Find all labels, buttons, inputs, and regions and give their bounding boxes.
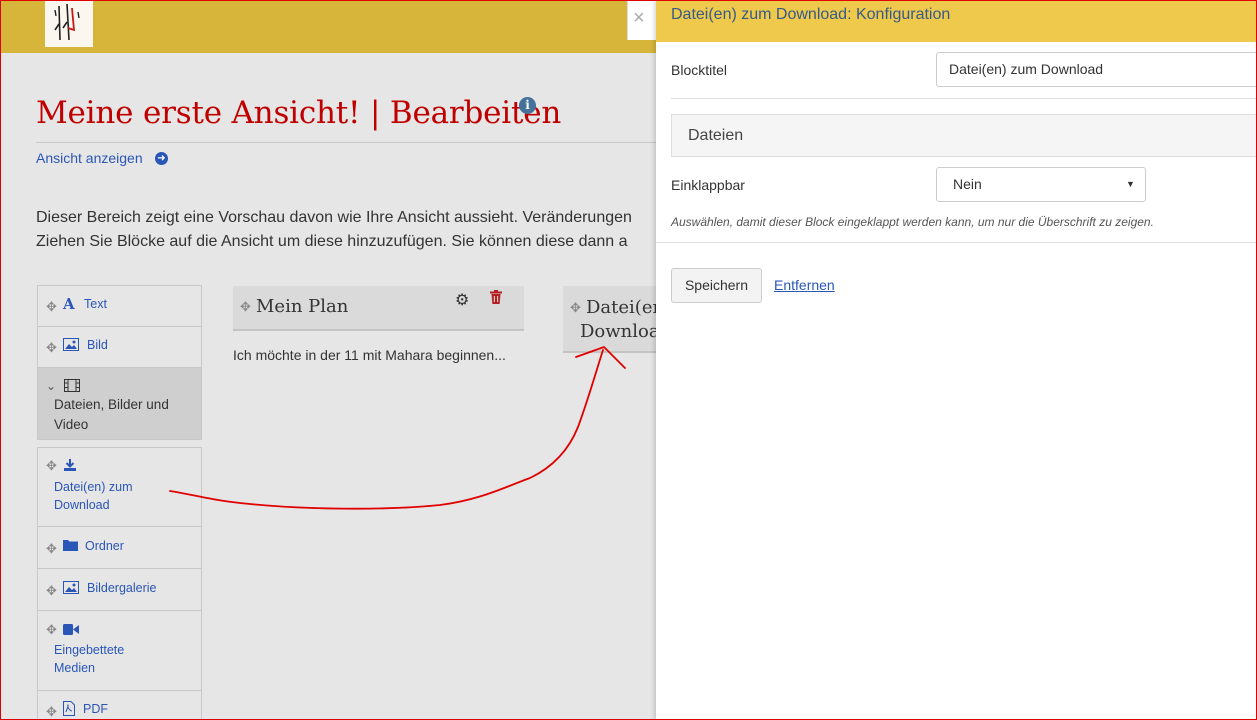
palette-item-pdf[interactable]: ✥ PDF — [37, 690, 202, 720]
close-icon[interactable]: × — [633, 6, 645, 30]
divider — [656, 242, 1257, 243]
palette-item-folder[interactable]: ✥ Ordner — [37, 526, 202, 569]
palette-item-label: Ordner — [85, 539, 124, 553]
block-title: Datei(en — [586, 297, 665, 318]
palette-category-label: Dateien, Bilder und Video — [54, 397, 169, 432]
collapsible-label: Einklappbar — [671, 177, 745, 193]
files-section-header[interactable]: Dateien — [671, 114, 1257, 157]
page-title: Meine erste Ansicht! | Bearbeiten — [36, 95, 562, 131]
drag-handle-icon[interactable]: ✥ — [46, 341, 57, 354]
title-divider — [36, 142, 656, 143]
gear-icon[interactable]: ⚙ — [455, 290, 469, 310]
section-label: Dateien — [688, 127, 744, 144]
palette-item-label: Text — [84, 297, 107, 311]
download-icon — [63, 458, 77, 474]
info-icon[interactable]: i — [519, 97, 536, 114]
film-icon — [64, 379, 80, 394]
drag-handle-icon[interactable]: ✥ — [570, 301, 581, 314]
arrow-circle-right-icon[interactable]: ➜ — [155, 152, 168, 165]
palette-item-label: Datei(en) zum Download — [54, 480, 133, 512]
font-icon: A — [63, 295, 75, 313]
drag-handle-icon[interactable]: ✥ — [240, 300, 251, 313]
folder-icon — [63, 539, 78, 553]
palette-item-image[interactable]: ✥ Bild — [37, 326, 202, 368]
collapsible-help-text: Auswählen, damit dieser Block eingeklapp… — [671, 215, 1154, 229]
drag-handle-icon[interactable]: ✥ — [46, 542, 57, 555]
image-icon — [63, 338, 79, 353]
chevron-down-icon[interactable]: ⌄ — [46, 380, 56, 393]
palette-item-label: Bildergalerie — [87, 581, 157, 595]
drag-handle-icon[interactable]: ✥ — [46, 705, 57, 718]
remove-link[interactable]: Entfernen — [774, 277, 835, 293]
palette-item-file-download[interactable]: ✥ Datei(en) zum Download — [37, 447, 202, 527]
save-button[interactable]: Speichern — [671, 268, 762, 303]
palette-item-label: Bild — [87, 338, 108, 352]
modal-header: Datei(en) zum Download: Konfiguration — [656, 0, 1257, 42]
pdf-file-icon — [63, 701, 75, 718]
palette-item-label: PDF — [83, 702, 108, 716]
view-page-link[interactable]: Ansicht anzeigen — [36, 150, 143, 166]
caret-down-icon[interactable]: ▼ — [1126, 179, 1135, 189]
block-title-label: Blocktitel — [671, 62, 728, 78]
intro-text-line-1: Dieser Bereich zeigt eine Vorschau davon… — [36, 209, 632, 226]
block-content: Ich möchte in der 11 mit Mahara beginnen… — [233, 347, 506, 363]
palette-item-text[interactable]: ✥ A Text — [37, 285, 202, 327]
collapsible-select[interactable]: Nein — [936, 167, 1146, 202]
drag-handle-icon[interactable]: ✥ — [46, 584, 57, 597]
palette-item-embedded-media[interactable]: ✥ Eingebettete Medien — [37, 610, 202, 691]
block-config-panel: Datei(en) zum Download: Konfiguration — [656, 0, 1257, 720]
video-camera-icon — [63, 623, 79, 637]
intro-text-line-2: Ziehen Sie Blöcke auf die Ansicht um die… — [36, 233, 628, 250]
trash-icon[interactable] — [490, 290, 502, 304]
drag-handle-icon[interactable]: ✥ — [46, 459, 57, 472]
block-title-input[interactable]: Datei(en) zum Download — [936, 52, 1257, 87]
palette-item-gallery[interactable]: ✥ Bildergalerie — [37, 568, 202, 611]
images-icon — [63, 581, 79, 596]
mahara-logo-icon[interactable] — [45, 0, 93, 47]
block-title: Mein Plan — [256, 296, 349, 317]
divider — [671, 98, 1257, 99]
modal-title: Datei(en) zum Download: Konfiguration — [671, 6, 951, 23]
drag-handle-icon[interactable]: ✥ — [46, 623, 57, 636]
palette-category-files-images-video[interactable]: ⌄ Dateien, Bilder und Video — [37, 367, 202, 440]
drag-handle-icon[interactable]: ✥ — [46, 300, 57, 313]
palette-item-label: Eingebettete Medien — [54, 643, 125, 675]
